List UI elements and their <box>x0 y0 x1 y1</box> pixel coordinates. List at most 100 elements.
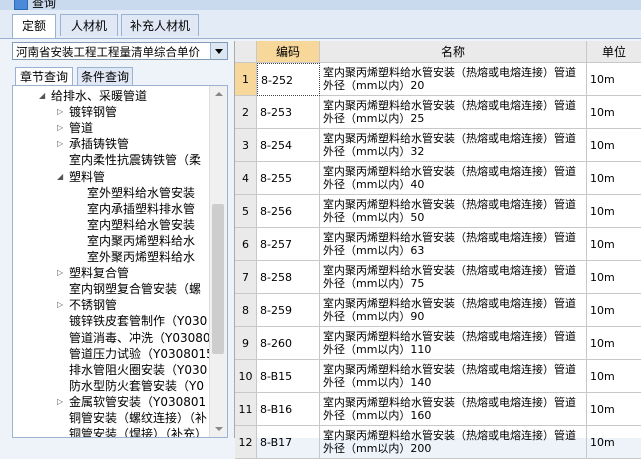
row-number[interactable]: 10 <box>235 360 257 393</box>
collapsed-triangle-icon[interactable]: ▷ <box>57 136 63 152</box>
code-cell[interactable]: 8-253 <box>257 96 320 129</box>
tab-supplementary[interactable]: 补充人材机 <box>121 14 199 36</box>
tab-quota[interactable]: 定额 <box>12 14 56 38</box>
table-row[interactable]: 2 8-253 室内聚丙烯塑料给水管安装（热熔或电熔连接）管道外径（mm以内）25 1… <box>235 96 641 129</box>
code-cell[interactable]: 8-258 <box>257 261 320 294</box>
tree-item[interactable]: ◢ 塑料管 <box>57 169 105 185</box>
code-cell[interactable]: 8-260 <box>257 327 320 360</box>
collapsed-triangle-icon[interactable]: ▷ <box>57 265 63 281</box>
tree-item[interactable]: ▷ 塑料复合管 <box>57 265 129 281</box>
table-row[interactable]: 5 8-256 室内聚丙烯塑料给水管安装（热熔或电熔连接）管道外径（mm以内）50 1… <box>235 195 641 228</box>
row-number[interactable]: 6 <box>235 228 257 261</box>
unit-cell[interactable]: 10m <box>587 393 641 426</box>
name-cell[interactable]: 室内聚丙烯塑料给水管安装（热熔或电熔连接）管道外径（mm以内）160 <box>320 393 587 426</box>
tab-condition-query[interactable]: 条件查询 <box>77 67 133 85</box>
collapsed-triangle-icon[interactable]: ▷ <box>57 394 63 410</box>
row-number[interactable]: 7 <box>235 261 257 294</box>
name-cell[interactable]: 室内聚丙烯塑料给水管安装（热熔或电熔连接）管道外径（mm以内）75 <box>320 261 587 294</box>
table-row[interactable]: 11 8-B16 室内聚丙烯塑料给水管安装（热熔或电熔连接）管道外径（mm以内）16… <box>235 393 641 426</box>
tree-item[interactable]: 室内聚丙烯塑料给水 <box>87 233 195 249</box>
code-cell[interactable]: 8-257 <box>257 228 320 261</box>
table-row[interactable]: 4 8-255 室内聚丙烯塑料给水管安装（热熔或电熔连接）管道外径（mm以内）40 1… <box>235 162 641 195</box>
code-cell[interactable]: 8-B15 <box>257 360 320 393</box>
row-number[interactable]: 4 <box>235 162 257 195</box>
tree-item[interactable]: ▷ 承插铸铁管 <box>57 136 129 152</box>
scroll-thumb[interactable] <box>212 204 224 354</box>
tree-item[interactable]: ▷ 不锈钢管 <box>57 297 117 313</box>
collapsed-triangle-icon[interactable]: ▷ <box>57 104 63 120</box>
unit-cell[interactable]: 10m <box>587 96 641 129</box>
tree-item[interactable]: ◢ 给排水、采暖管道 <box>39 88 147 104</box>
unit-cell[interactable]: 10m <box>587 228 641 261</box>
unit-cell[interactable]: 10m <box>587 426 641 459</box>
code-cell[interactable]: 8-B16 <box>257 393 320 426</box>
name-cell[interactable]: 室内聚丙烯塑料给水管安装（热熔或电熔连接）管道外径（mm以内）110 <box>320 327 587 360</box>
unit-cell[interactable]: 10m <box>587 294 641 327</box>
expanded-triangle-icon[interactable]: ◢ <box>39 88 45 104</box>
collapsed-triangle-icon[interactable]: ▷ <box>57 120 63 136</box>
table-row[interactable]: 3 8-254 室内聚丙烯塑料给水管安装（热熔或电熔连接）管道外径（mm以内）32 1… <box>235 129 641 162</box>
name-cell[interactable]: 室内聚丙烯塑料给水管安装（热熔或电熔连接）管道外径（mm以内）50 <box>320 195 587 228</box>
code-cell[interactable]: 8-252 <box>257 63 320 96</box>
library-select[interactable]: 河南省安装工程工程量清单综合单价 <box>12 42 228 60</box>
name-cell[interactable]: 室内聚丙烯塑料给水管安装（热熔或电熔连接）管道外径（mm以内）63 <box>320 228 587 261</box>
header-name[interactable]: 名称 <box>320 41 587 63</box>
tree-scrollbar[interactable] <box>209 86 227 437</box>
unit-cell[interactable]: 10m <box>587 327 641 360</box>
unit-cell[interactable]: 10m <box>587 261 641 294</box>
tree-item[interactable]: 室内柔性抗震铸铁管（柔 <box>69 152 201 168</box>
tab-labor-material-machine[interactable]: 人材机 <box>60 14 118 36</box>
row-number[interactable]: 8 <box>235 294 257 327</box>
row-number[interactable]: 11 <box>235 393 257 426</box>
collapsed-triangle-icon[interactable]: ▷ <box>57 297 63 313</box>
scroll-up-icon[interactable] <box>210 86 227 102</box>
table-row[interactable]: 7 8-258 室内聚丙烯塑料给水管安装（热熔或电熔连接）管道外径（mm以内）75 1… <box>235 261 641 294</box>
chevron-down-icon[interactable] <box>210 43 227 59</box>
tree-item[interactable]: 铜管安装（螺纹连接）（补 <box>69 410 207 426</box>
table-row[interactable]: 10 8-B15 室内聚丙烯塑料给水管安装（热熔或电熔连接）管道外径（mm以内）14… <box>235 360 641 393</box>
table-row[interactable]: 6 8-257 室内聚丙烯塑料给水管安装（热熔或电熔连接）管道外径（mm以内）63 1… <box>235 228 641 261</box>
row-number[interactable]: 3 <box>235 129 257 162</box>
header-unit[interactable]: 单位 <box>587 41 641 63</box>
unit-cell[interactable]: 10m <box>587 195 641 228</box>
tree-item[interactable]: ▷ 金属软管安装（Y030801 <box>57 394 206 410</box>
unit-cell[interactable]: 10m <box>587 63 641 96</box>
code-cell[interactable]: 8-256 <box>257 195 320 228</box>
code-cell[interactable]: 8-B17 <box>257 426 320 459</box>
name-cell[interactable]: 室内聚丙烯塑料给水管安装（热熔或电熔连接）管道外径（mm以内）32 <box>320 129 587 162</box>
tree-item[interactable]: 室内塑料给水管安装 <box>87 217 195 233</box>
expanded-triangle-icon[interactable]: ◢ <box>57 169 63 185</box>
row-number[interactable]: 1 <box>235 63 257 96</box>
name-cell[interactable]: 室内聚丙烯塑料给水管安装（热熔或电熔连接）管道外径（mm以内）25 <box>320 96 587 129</box>
tree-item[interactable]: 管道消毒、冲洗（Y03080 <box>69 330 211 346</box>
name-cell[interactable]: 室内聚丙烯塑料给水管安装（热熔或电熔连接）管道外径（mm以内）40 <box>320 162 587 195</box>
tree-item[interactable]: 室外塑料给水管安装 <box>87 185 195 201</box>
tree-item[interactable]: 管道压力试验（Y0308015 <box>69 346 214 362</box>
row-number[interactable]: 12 <box>235 426 257 459</box>
tree-item[interactable]: 防水型防火套管安装（Y0 <box>69 378 204 394</box>
unit-cell[interactable]: 10m <box>587 162 641 195</box>
header-code[interactable]: 编码 <box>257 41 320 63</box>
tree-item[interactable]: 镀锌铁皮套管制作（Y030 <box>69 313 207 329</box>
table-row[interactable]: 12 8-B17 室内聚丙烯塑料给水管安装（热熔或电熔连接）管道外径（mm以内）20… <box>235 426 641 459</box>
scroll-down-icon[interactable] <box>210 421 227 437</box>
table-row[interactable]: 8 8-259 室内聚丙烯塑料给水管安装（热熔或电熔连接）管道外径（mm以内）90 1… <box>235 294 641 327</box>
tree-item[interactable]: 室外聚丙烯塑料给水 <box>87 249 195 265</box>
row-number[interactable]: 2 <box>235 96 257 129</box>
tree-item[interactable]: ▷ 镀锌钢管 <box>57 104 117 120</box>
tree-item[interactable]: 室内承插塑料排水管 <box>87 201 195 217</box>
name-cell[interactable]: 室内聚丙烯塑料给水管安装（热熔或电熔连接）管道外径（mm以内）20 <box>320 63 587 96</box>
tab-chapter-query[interactable]: 章节查询 <box>15 67 73 85</box>
name-cell[interactable]: 室内聚丙烯塑料给水管安装（热熔或电熔连接）管道外径（mm以内）90 <box>320 294 587 327</box>
tree-item[interactable]: 排水管阻火圈安装（Y030 <box>69 362 207 378</box>
tree-item[interactable]: 室内钢塑复合管安装（螺 <box>69 281 201 297</box>
tree-item[interactable]: 铜管安装（焊接）（补充） <box>69 426 207 437</box>
unit-cell[interactable]: 10m <box>587 129 641 162</box>
code-cell[interactable]: 8-254 <box>257 129 320 162</box>
table-row[interactable]: 9 8-260 室内聚丙烯塑料给水管安装（热熔或电熔连接）管道外径（mm以内）110… <box>235 327 641 360</box>
unit-cell[interactable]: 10m <box>587 360 641 393</box>
row-number[interactable]: 9 <box>235 327 257 360</box>
code-cell[interactable]: 8-259 <box>257 294 320 327</box>
tree-item[interactable]: ▷ 管道 <box>57 120 93 136</box>
name-cell[interactable]: 室内聚丙烯塑料给水管安装（热熔或电熔连接）管道外径（mm以内）200 <box>320 426 587 459</box>
